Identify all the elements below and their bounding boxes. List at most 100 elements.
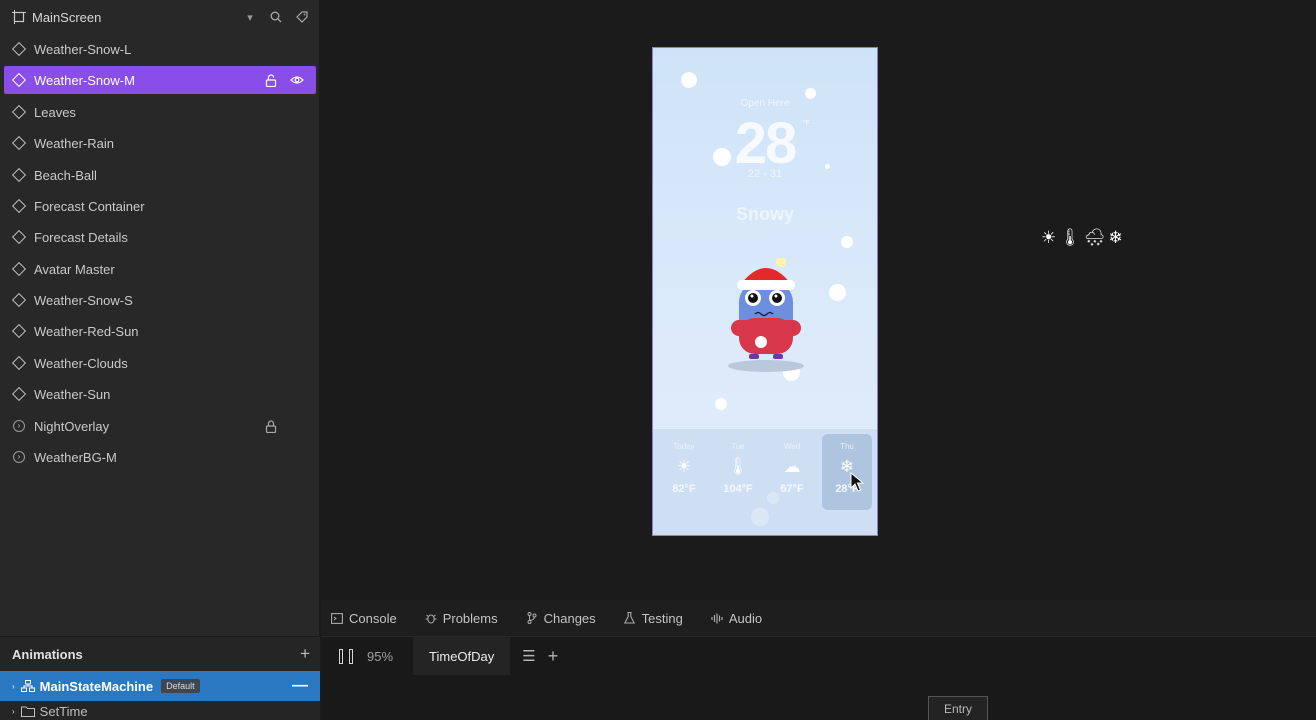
hierarchy-item-label: Weather-Snow-L [34, 41, 132, 57]
tab-label: Changes [543, 610, 596, 626]
state-machine-editor[interactable]: 95% TimeOfDay ☰ + Entry [321, 636, 1316, 720]
expand-chevron-icon[interactable]: › [13, 420, 25, 432]
forecast-temp: 28°F [835, 483, 859, 495]
state-machine-row[interactable]: › MainStateMachine Default — [0, 671, 320, 701]
chevron-down-icon[interactable]: ▾ [243, 10, 257, 24]
component-icon [11, 292, 27, 308]
snowflake-icon: ❄ [839, 457, 855, 476]
hierarchy-item[interactable]: Beach-Ball [4, 161, 316, 189]
root-artboard-label[interactable]: MainScreen [32, 10, 231, 25]
hierarchy-item-label: NightOverlay [34, 418, 110, 434]
animations-panel: Animations + › MainStateMachine Default … [0, 636, 320, 720]
hierarchy-item[interactable]: Weather-Red-Sun [4, 317, 316, 345]
hierarchy-item[interactable]: Weather-Snow-L [4, 35, 316, 63]
thermometer-icon: 🌡 [1059, 228, 1084, 247]
eye-icon[interactable] [290, 73, 304, 87]
expand-caret-icon[interactable]: › [12, 682, 15, 691]
tab-changes[interactable]: Changes [526, 600, 596, 636]
forecast-temp: 82°F [672, 483, 696, 495]
tab-testing[interactable]: Testing [624, 600, 683, 636]
tab-label: Console [349, 610, 397, 626]
tab-audio[interactable]: Audio [711, 600, 762, 636]
tab-problems[interactable]: Problems [425, 600, 498, 636]
hierarchy-item-label: Avatar Master [34, 261, 115, 277]
forecast-container: Today ☀ 82°F Tue 🌡 104°F Wed ☁ 67°F Thu … [653, 428, 877, 535]
animations-header: Animations + [0, 637, 320, 671]
hierarchy-item-label: Weather-Red-Sun [34, 323, 139, 339]
thermometer-icon: 🌡 [727, 457, 749, 476]
folder-icon [20, 706, 35, 717]
weather-artboard[interactable]: Open Here 28 °F 22 - 31 Snowy Today ☀ 82… [652, 47, 878, 536]
bottom-tabs-bar: Console Problems Changes Testing Audio [321, 600, 1316, 636]
hierarchy-item-label: Forecast Details [34, 229, 128, 245]
snowflake [841, 236, 853, 248]
hierarchy-item-label: Weather-Clouds [34, 355, 128, 371]
weather-icon-strip: ☀🌡🌨❄ [1041, 228, 1126, 248]
audio-wave-icon [711, 612, 723, 624]
snow-cloud-icon: 🌨 [1083, 228, 1109, 247]
forecast-day-name: Today [673, 442, 695, 451]
component-icon [11, 323, 27, 339]
animation-item[interactable]: › SetTime [0, 701, 320, 720]
add-icon[interactable]: + [548, 646, 559, 667]
state-machine-icon [20, 680, 35, 692]
hierarchy-item[interactable]: Avatar Master [4, 255, 316, 283]
snowflake [805, 88, 816, 99]
snowflake [713, 148, 731, 166]
branch-icon [526, 612, 538, 624]
temperature-value: 28 [734, 111, 798, 176]
collapse-icon[interactable]: — [292, 677, 308, 695]
forecast-day-active[interactable]: Thu ❄ 28°F [822, 434, 872, 510]
mouse-cursor-icon [850, 472, 864, 492]
hierarchy-item-label: Beach-Ball [34, 167, 97, 183]
hierarchy-item-label: Weather-Snow-M [34, 72, 135, 88]
component-icon [11, 386, 27, 402]
hierarchy-item-label: Weather-Sun [34, 386, 111, 402]
animation-item-label: SetTime [39, 703, 88, 719]
animations-title: Animations [12, 646, 83, 662]
add-icon[interactable]: + [300, 644, 310, 664]
expand-caret-icon[interactable]: › [12, 707, 15, 716]
hierarchy-item[interactable]: Forecast Container [4, 192, 316, 220]
hierarchy-item[interactable]: Weather-Snow-S [4, 286, 316, 314]
lock-icon[interactable] [264, 419, 278, 433]
temperature-range: 22 - 31 [747, 168, 783, 180]
forecast-day[interactable]: Wed ☁ 67°F [767, 429, 817, 507]
hierarchy-item[interactable]: › WeatherBG-M [4, 443, 316, 471]
forecast-day-name: Wed [783, 442, 801, 451]
hierarchy-item-label: Leaves [34, 104, 76, 120]
hierarchy-item[interactable]: Weather-Rain [4, 129, 316, 157]
zoom-level[interactable]: 95% [367, 649, 393, 664]
degree-unit: °F [803, 120, 811, 127]
hierarchy-item[interactable]: › NightOverlay [4, 412, 316, 440]
hierarchy-item-label: Weather-Snow-S [34, 292, 133, 308]
hierarchy-item[interactable]: Weather-Clouds [4, 349, 316, 377]
hierarchy-item[interactable]: Weather-Sun [4, 380, 316, 408]
forecast-day-name: Thu [840, 442, 854, 451]
default-badge: Default [161, 679, 200, 693]
list-icon[interactable]: ☰ [522, 647, 535, 665]
tab-console[interactable]: Console [331, 600, 397, 636]
tag-icon[interactable] [295, 10, 309, 24]
component-icon [11, 72, 27, 88]
pause-icon[interactable] [339, 648, 353, 664]
forecast-day[interactable]: Today ☀ 82°F [659, 429, 709, 507]
unlock-icon[interactable] [264, 73, 278, 87]
tab-label: Audio [728, 610, 763, 626]
hierarchy-item[interactable]: Leaves [4, 98, 316, 126]
hierarchy-item-label: Forecast Container [34, 198, 145, 214]
entry-state-node[interactable]: Entry [928, 696, 988, 720]
hierarchy-item-label: Weather-Rain [34, 135, 114, 151]
tab-label: Testing [641, 610, 683, 626]
tab-time-of-day[interactable]: TimeOfDay [413, 637, 511, 675]
expand-chevron-icon[interactable]: › [13, 451, 25, 463]
hierarchy-item-selected[interactable]: Weather-Snow-M [4, 66, 316, 94]
condition-label: Snowy [735, 204, 794, 224]
hierarchy-item-label: WeatherBG-M [34, 449, 117, 465]
city-label: Open Here [740, 98, 790, 109]
search-icon[interactable] [269, 10, 283, 24]
hierarchy-item[interactable]: Forecast Details [4, 223, 316, 251]
snowflake [715, 398, 727, 410]
forecast-day[interactable]: Tue 🌡 104°F [713, 429, 763, 507]
sun-icon: ☀ [1041, 228, 1060, 247]
